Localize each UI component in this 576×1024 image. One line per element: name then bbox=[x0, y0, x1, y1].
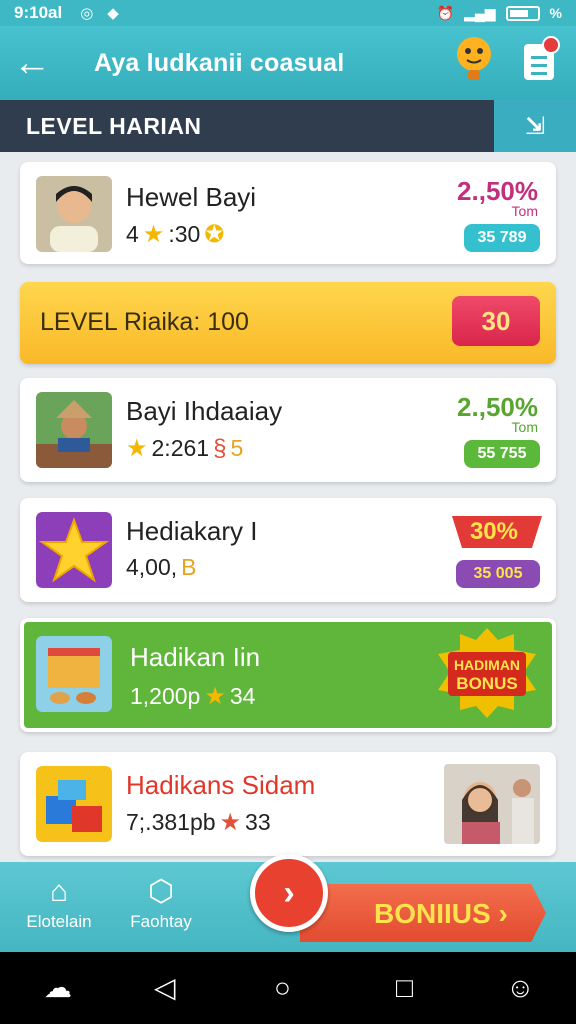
bottom-nav: ⌂ Elotelain ⬡ Faohtay BONIIUS › › bbox=[0, 854, 576, 952]
stat-value: 1,200p bbox=[130, 683, 201, 709]
avatar bbox=[36, 392, 112, 468]
home-icon: ⌂ bbox=[49, 875, 69, 908]
nav-item-feed[interactable]: ⬡ Faohtay bbox=[116, 872, 206, 932]
item-stat: 4,00, B bbox=[126, 554, 197, 581]
percent-label: 2.,50% Tom bbox=[457, 176, 538, 219]
play-button[interactable]: › bbox=[250, 854, 328, 932]
mascot-icon[interactable] bbox=[452, 34, 496, 84]
item-name: Hadikans Sidam bbox=[126, 770, 316, 800]
whatsapp-icon: ◎ bbox=[80, 5, 94, 22]
item-stat: 1,200p ★ 34 bbox=[130, 682, 255, 711]
battery-icon bbox=[505, 5, 540, 21]
notification-badge bbox=[542, 36, 560, 54]
coin-icon: ✪ bbox=[204, 221, 225, 248]
app-title: Aya ludkanii coasual bbox=[94, 48, 345, 77]
avatar bbox=[36, 176, 112, 252]
section-title: LEVEL HARIAN bbox=[26, 112, 202, 139]
assistant-icon[interactable]: ☺ bbox=[506, 974, 535, 1002]
star-icon bbox=[36, 512, 112, 588]
bonus-badge[interactable]: HADIMAN BONUS bbox=[432, 626, 542, 720]
price-pill[interactable]: 35 789 bbox=[464, 224, 540, 252]
percent-value: 2.,50% bbox=[457, 176, 538, 206]
list-item[interactable]: Hewel Bayi 4 ★ :30 ✪ 2.,50% Tom 35 789 bbox=[20, 162, 556, 264]
system-nav: ☁ ◁ ○ □ ☺ bbox=[0, 952, 576, 1024]
stat-value: 2:261 bbox=[151, 435, 210, 461]
shop-icon bbox=[36, 636, 112, 712]
item-stat: 7;.381pb ★ 33 bbox=[126, 808, 271, 837]
list-item[interactable]: Hadikans Sidam 7;.381pb ★ 33 bbox=[20, 752, 556, 856]
stat-value: 7;.381pb bbox=[126, 809, 216, 835]
item-stat: 4 ★ :30 ✪ bbox=[126, 220, 224, 249]
stat-value-2: B bbox=[181, 554, 197, 580]
bonus-label[interactable]: BONIIUS › bbox=[374, 898, 508, 930]
list-item-featured[interactable]: Hadikan Iin 1,200p ★ 34 HADIMAN BONUS bbox=[20, 618, 556, 732]
cloud-icon[interactable]: ☁ bbox=[44, 974, 72, 1002]
bonus-line2: BONUS bbox=[456, 674, 517, 693]
status-time: 9:10al bbox=[14, 3, 63, 22]
stat-value: 4 bbox=[126, 221, 139, 247]
swirl-icon: § bbox=[213, 434, 227, 462]
stat-value-2: 33 bbox=[245, 809, 271, 835]
level-bar[interactable]: LEVEL Riaika: 100 30 bbox=[20, 282, 556, 364]
item-name: Hediakary I bbox=[126, 516, 258, 546]
item-name: Hadikan Iin bbox=[130, 642, 261, 672]
price-pill[interactable]: 55 755 bbox=[464, 440, 540, 468]
list-item[interactable]: Hediakary I 4,00, B 30% 35 005 bbox=[20, 498, 556, 602]
list-item[interactable]: Bayi Ihdaaiay ★ 2:261 § 5 2.,50% Tom 55 … bbox=[20, 378, 556, 482]
stat-value-2: 5 bbox=[230, 435, 244, 461]
chevron-right-icon: › bbox=[490, 898, 508, 929]
stat-value-2: 34 bbox=[229, 683, 256, 709]
battery-text: % bbox=[549, 5, 562, 21]
bonus-line1: HADIMAN bbox=[454, 657, 520, 673]
gift-icon bbox=[36, 766, 112, 842]
alarm-icon: ⏰ bbox=[436, 4, 455, 21]
nav-item-home[interactable]: ⌂ Elotelain bbox=[14, 872, 104, 932]
star-icon: ★ bbox=[219, 809, 242, 836]
shield-icon: ⬡ bbox=[147, 875, 175, 908]
level-text: LEVEL Riaika: 100 bbox=[40, 308, 249, 337]
status-bar: 9:10al ◎ ◆ ⏰ ▂▄▆ % bbox=[0, 0, 576, 26]
signal-icon: ▂▄▆ bbox=[464, 4, 496, 21]
section-header: LEVEL HARIAN ⇲ bbox=[0, 100, 576, 152]
level-value: Riaika: 100 bbox=[123, 308, 249, 336]
discount-label: 30% bbox=[469, 518, 518, 545]
nav-label: Faohtay bbox=[130, 912, 192, 931]
item-stat: ★ 2:261 § 5 bbox=[126, 434, 243, 463]
app-bar: ← Aya ludkanii coasual bbox=[0, 26, 576, 100]
notification-icon: ◆ bbox=[107, 5, 119, 22]
home-circle-icon[interactable]: ○ bbox=[274, 974, 291, 1002]
item-name: Hewel Bayi bbox=[126, 182, 257, 212]
back-triangle-icon[interactable]: ◁ bbox=[154, 974, 176, 1002]
back-arrow-icon[interactable]: ← bbox=[0, 26, 64, 100]
nav-label: Elotelain bbox=[26, 912, 92, 931]
item-name: Bayi Ihdaaiay bbox=[126, 396, 283, 426]
price-pill[interactable]: 35 005 bbox=[456, 560, 540, 588]
recents-icon[interactable]: □ bbox=[396, 974, 413, 1002]
level-label: LEVEL bbox=[40, 308, 117, 336]
photo-thumbnail bbox=[444, 764, 540, 844]
star-icon: ★ bbox=[142, 221, 165, 248]
percent-label: 2.,50% Tom bbox=[457, 392, 538, 435]
sort-icon[interactable]: ⇲ bbox=[494, 100, 576, 152]
stat-value-2: :30 bbox=[168, 221, 201, 247]
star-icon: ★ bbox=[126, 435, 148, 462]
star-icon: ★ bbox=[204, 683, 226, 710]
percent-value: 2.,50% bbox=[457, 392, 538, 422]
stat-value: 4,00, bbox=[126, 554, 178, 580]
bonus-label-text: BONIIUS bbox=[374, 898, 491, 929]
level-badge[interactable]: 30 bbox=[452, 296, 540, 346]
